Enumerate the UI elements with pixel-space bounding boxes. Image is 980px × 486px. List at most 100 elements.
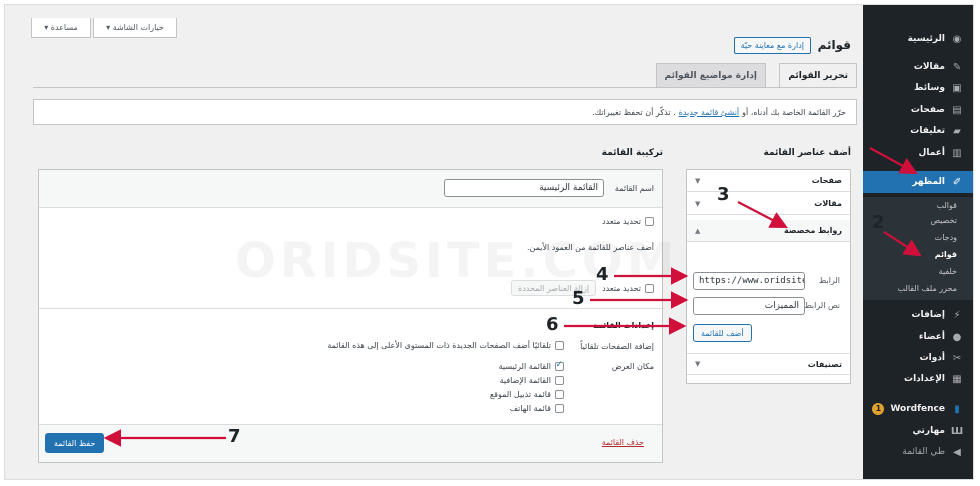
accordion-title: تصنيفات: [807, 359, 842, 369]
sidebar-item-label: أدوات: [919, 353, 945, 363]
sidebar-item-label: طي القائمة: [902, 447, 945, 457]
dashboard-icon: ◉: [952, 33, 962, 45]
sidebar-item-dashboard[interactable]: ◉ الرئيسية: [863, 29, 973, 49]
sidebar-item-plugins[interactable]: ⚡ إضافات: [863, 305, 973, 325]
skills-icon: Ш: [950, 425, 964, 437]
browser-frame: ◉ الرئيسية ✎ مقالات ▣ وسائط ▤ صفحات ▰ تعليقات…: [4, 4, 974, 480]
annotation-number: 3: [717, 184, 730, 205]
add-menu-items-accordion: صفحات ▼ مقالات ▼ روابط مخصصة ▲ الرابط https…: [686, 169, 851, 384]
pin-icon: ✎: [952, 61, 962, 73]
notice-text-after: . تذكّر أن تحفظ تغييراتك.: [592, 107, 676, 117]
auto-add-text: تلقائيًا أضف الصفحات الجديدة ذات المستوى…: [327, 341, 551, 350]
url-label: الرابط: [818, 276, 840, 285]
menu-notice: حرّر القائمة الخاصة بك أدناه، أو أنشئ قا…: [33, 99, 857, 125]
location-checkbox[interactable]: [555, 390, 564, 399]
add-menu-items-heading: أضف عناصر القائمة: [763, 148, 851, 158]
sidebar-item-tools[interactable]: ✂ أدوات: [863, 348, 973, 368]
location-label: قائمة تذييل الموقع: [489, 390, 551, 399]
sidebar-item-label: مهارتي: [912, 426, 945, 436]
page-icon: ▤: [952, 104, 962, 116]
location-label: القائمة الرئيسية: [498, 362, 551, 371]
save-menu-button[interactable]: حفظ القائمة: [45, 433, 105, 453]
accordion-custom-links[interactable]: روابط مخصصة ▲: [687, 220, 850, 242]
divider: [39, 308, 662, 309]
menu-settings-heading: إعدادات القائمة: [593, 321, 654, 330]
create-new-menu-link[interactable]: أنشئ قائمة جديدة: [679, 108, 740, 117]
structure-header: اسم القائمة القائمة الرئيسية: [39, 170, 662, 208]
chevron-down-icon: ▼: [695, 360, 701, 368]
bulk-select-label: تحديد متعدد: [602, 217, 641, 226]
sidebar-item-wordfence[interactable]: ▮ Wordfence 1: [863, 399, 973, 419]
accordion-posts[interactable]: مقالات ▼: [687, 193, 850, 215]
sidebar-item-portfolio[interactable]: ▥ أعمال: [863, 143, 973, 163]
plugin-icon: ⚡: [953, 309, 961, 321]
submenu-themes[interactable]: قوالب: [863, 199, 973, 213]
page-title: قوائم: [817, 38, 851, 52]
menu-name-input[interactable]: القائمة الرئيسية: [444, 179, 604, 197]
auto-add-option[interactable]: تلقائيًا أضف الصفحات الجديدة ذات المستوى…: [327, 341, 564, 350]
comment-icon: ▰: [953, 125, 961, 137]
menu-structure-panel: اسم القائمة القائمة الرئيسية تحديد متعدد…: [38, 169, 663, 463]
sidebar-item-label: الإعدادات: [904, 374, 945, 384]
sidebar-collapse-button[interactable]: ◀ طي القائمة: [863, 442, 973, 462]
custom-link-text-input[interactable]: المميزات: [693, 297, 805, 315]
sidebar-item-skills[interactable]: Ш مهارتي: [863, 421, 973, 441]
bulk-select-checkbox[interactable]: [645, 217, 654, 226]
tab-edit-menus[interactable]: تحرير القوائم: [779, 63, 857, 88]
sidebar-item-settings[interactable]: ▦ الإعدادات: [863, 369, 973, 389]
brush-icon: ✐: [952, 176, 962, 188]
sidebar-item-label: صفحات: [910, 105, 945, 115]
settings-icon: ▦: [952, 373, 962, 385]
submenu-background[interactable]: خلفية: [863, 265, 973, 279]
accordion-title: مقالات: [814, 199, 842, 208]
sidebar-item-label: تعليقات: [910, 126, 945, 136]
add-to-menu-button[interactable]: أضف للقائمة: [693, 324, 752, 342]
sidebar-item-label: مقالات: [913, 62, 945, 72]
annotation-number: 7: [228, 426, 241, 447]
submenu-theme-editor[interactable]: محرر ملف القالب: [863, 282, 973, 296]
screen-options-button[interactable]: خيارات الشاشة ▾: [93, 18, 177, 38]
sidebar-item-comments[interactable]: ▰ تعليقات: [863, 121, 973, 141]
sidebar-item-media[interactable]: ▣ وسائط: [863, 78, 973, 98]
collapse-icon: ◀: [953, 446, 961, 458]
structure-footer: حذف القائمة حفظ القائمة: [39, 424, 662, 462]
chevron-down-icon: ▼: [695, 176, 701, 185]
location-label: قائمة الهاتف: [509, 404, 551, 413]
custom-link-url-input[interactable]: https://www.oridsitet: [693, 272, 805, 290]
location-mobile[interactable]: قائمة الهاتف: [510, 404, 564, 413]
annotation-number: 4: [596, 264, 609, 285]
delete-menu-link[interactable]: حذف القائمة: [602, 438, 644, 447]
bulk-select-top[interactable]: تحديد متعدد: [602, 217, 654, 226]
tab-manage-locations[interactable]: إدارة مواضيع القوائم: [655, 63, 766, 87]
location-footer[interactable]: قائمة تذييل الموقع: [490, 390, 564, 399]
admin-sidebar: ◉ الرئيسية ✎ مقالات ▣ وسائط ▤ صفحات ▰ تعليقات…: [863, 5, 973, 479]
chevron-up-icon: ▲: [695, 226, 701, 235]
sidebar-item-label: Wordfence: [890, 404, 945, 414]
portfolio-icon: ▥: [952, 147, 962, 159]
sidebar-item-appearance[interactable]: ✐ المظهر: [863, 171, 973, 193]
sidebar-item-posts[interactable]: ✎ مقالات: [863, 57, 973, 77]
submenu-menus[interactable]: قوائم: [863, 248, 973, 262]
help-button[interactable]: مساعدة ▾: [31, 18, 91, 38]
link-text-label: نص الرابط: [804, 301, 840, 310]
sidebar-item-users[interactable]: ● أعضاء: [863, 327, 973, 347]
accordion-categories[interactable]: تصنيفات ▼: [687, 353, 850, 375]
auto-add-checkbox[interactable]: [555, 341, 564, 350]
location-secondary[interactable]: القائمة الإضافية: [500, 376, 564, 385]
watermark: ORIDSITE.COM: [235, 233, 678, 289]
users-icon: ●: [952, 331, 962, 343]
menu-name-label: اسم القائمة: [614, 184, 654, 193]
wordfence-icon: ▮: [954, 403, 960, 415]
location-primary[interactable]: القائمة الرئيسية: [498, 360, 564, 371]
submenu-widgets[interactable]: ودجات: [863, 231, 973, 245]
accordion-pages[interactable]: صفحات ▼: [687, 170, 850, 192]
location-checkbox[interactable]: [555, 404, 564, 413]
location-checkbox[interactable]: [555, 360, 564, 371]
sidebar-item-pages[interactable]: ▤ صفحات: [863, 100, 973, 120]
manage-live-preview-button[interactable]: إدارة مع معاينة حيّة: [733, 37, 811, 54]
accordion-title: صفحات: [811, 176, 842, 185]
location-checkbox[interactable]: [555, 376, 564, 385]
tools-icon: ✂: [952, 352, 962, 364]
notice-text-before: حرّر القائمة الخاصة بك أدناه، أو: [742, 107, 846, 117]
sidebar-item-label: وسائط: [914, 83, 945, 93]
